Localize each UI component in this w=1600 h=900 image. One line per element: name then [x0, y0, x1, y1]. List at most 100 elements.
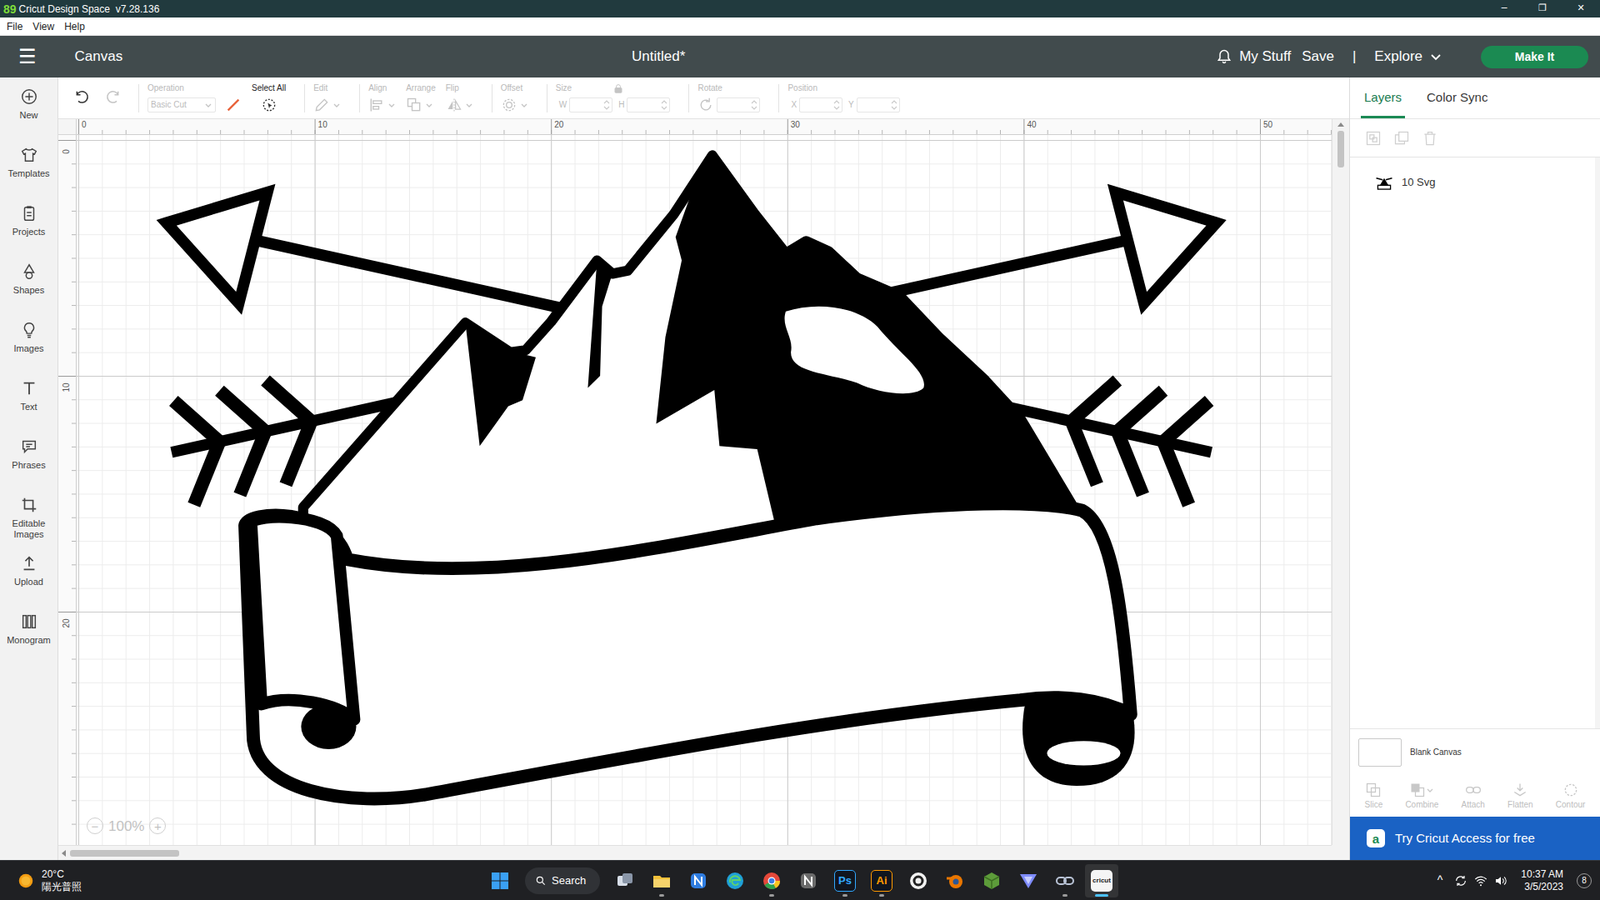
taskbar-app[interactable] [681, 864, 715, 898]
toolbar-control[interactable] [260, 96, 278, 114]
number-field [626, 97, 670, 113]
trash-icon[interactable] [1421, 130, 1439, 147]
menu-item[interactable]: View [27, 19, 60, 35]
toolbar-group: SizeWH [555, 83, 671, 114]
sidebar-item[interactable]: Monogram [0, 602, 58, 661]
taskbar-app[interactable] [755, 864, 789, 898]
taskbar-app[interactable] [791, 864, 825, 898]
app-icon-holder: Ai [870, 870, 893, 892]
sidebar-item[interactable]: New [0, 77, 58, 136]
layer-tool-button[interactable]: Slice [1365, 781, 1384, 811]
explore-menu[interactable]: Explore [1374, 45, 1443, 68]
zoom-in-button[interactable]: + [149, 817, 166, 835]
clock-time: 10:37 AM [1520, 868, 1564, 881]
horizontal-scroll-thumb[interactable] [70, 850, 180, 857]
horizontal-scrollbar[interactable] [58, 845, 1332, 860]
ruler-label: 0 [81, 120, 87, 130]
taskbar-app[interactable] [718, 864, 752, 898]
canvas-background-row[interactable]: Blank Canvas [1350, 728, 1600, 775]
monogram-icon [20, 612, 39, 631]
taskbar-search[interactable]: Search [525, 867, 600, 895]
taskbar-app[interactable]: Ai [865, 864, 899, 898]
field-label: X [790, 98, 797, 111]
close-button[interactable]: ✕ [1561, 0, 1600, 18]
taskbar-app[interactable] [901, 864, 935, 898]
toolbar-group: OperationBasic Cut [147, 83, 242, 114]
toolbar-separator [304, 84, 305, 113]
toolbar-group: Rotate [697, 83, 760, 114]
hamburger-menu-button[interactable]: ☰ [18, 46, 37, 67]
duplicate-icon[interactable] [1393, 130, 1410, 147]
taskbar-app[interactable]: cricut [1085, 864, 1119, 898]
taskbar-app[interactable] [938, 864, 972, 898]
taskbar-app[interactable] [608, 864, 642, 898]
layer-row[interactable]: 10 Svg [1350, 167, 1595, 198]
toolbar-separator [491, 84, 493, 113]
sidebar-item[interactable]: Text [0, 369, 58, 428]
title-bar: 89Cricut Design Space v7.28.136─❐✕ [0, 0, 1600, 18]
clock[interactable]: 10:37 AM3/5/2023 [1520, 868, 1564, 894]
running-indicator [842, 894, 848, 897]
sidebar-item[interactable]: Editable Images [0, 485, 58, 545]
sidebar-item[interactable]: Shapes [0, 252, 58, 311]
caret-down-icon [425, 100, 434, 110]
scroll-up-icon[interactable] [1337, 122, 1345, 127]
header-link[interactable]: My Stuff [1239, 45, 1291, 68]
cricut-access-banner[interactable]: aTry Cricut Access for free [1350, 816, 1600, 860]
toolbar-label: Select All [251, 83, 286, 94]
sidebar-label: Monogram [6, 635, 51, 646]
redo-button[interactable] [100, 85, 125, 111]
sidebar-item[interactable]: Projects [0, 194, 58, 253]
caret-down-icon [1425, 785, 1435, 795]
header-divider: | [1352, 45, 1356, 68]
header-link[interactable]: Save [1301, 45, 1335, 68]
layer-tool-button[interactable]: Attach [1461, 781, 1485, 811]
chrome-icon [761, 870, 782, 891]
minimize-button[interactable]: ─ [1485, 0, 1524, 18]
panel-tab[interactable]: Color Sync [1423, 77, 1491, 119]
menu-item[interactable]: Help [59, 19, 90, 35]
flip-icon [445, 96, 463, 114]
sidebar-item[interactable]: Phrases [0, 427, 58, 486]
field-label: W [559, 98, 567, 111]
layer-tool-button[interactable]: Contour [1555, 781, 1586, 811]
toolbar-control [500, 96, 529, 114]
background-swatch[interactable] [1358, 738, 1402, 767]
mountain-arrows-design[interactable] [76, 135, 1332, 845]
notification-badge[interactable]: 8 [1576, 873, 1592, 889]
running-indicator [659, 894, 665, 897]
ruler-label: 40 [1026, 120, 1036, 130]
vertical-scroll-thumb[interactable] [1337, 130, 1345, 168]
undo-button[interactable] [70, 85, 95, 111]
sidebar-label: Projects [12, 226, 46, 238]
make-it-button[interactable]: Make It [1480, 45, 1589, 69]
taskbar-app[interactable] [1048, 864, 1082, 898]
maximize-button[interactable]: ❐ [1523, 0, 1562, 18]
taskbar-app[interactable] [1011, 864, 1045, 898]
scroll-left-icon[interactable] [61, 850, 66, 857]
layer-thumbnail-icon [1375, 175, 1394, 190]
taskbar-app[interactable] [645, 864, 679, 898]
group-icon[interactable] [1365, 130, 1382, 147]
toolbar-group: PositionXY [787, 83, 900, 114]
toolbar-label: Offset [500, 83, 524, 94]
blender-icon [945, 870, 965, 891]
sidebar-item[interactable]: Upload [0, 544, 58, 603]
layer-tool-button[interactable]: Flatten [1507, 781, 1534, 811]
taskbar-app[interactable]: Ps [828, 864, 862, 898]
layer-tool-button[interactable]: Combine [1405, 781, 1439, 811]
taskbar-app[interactable] [975, 864, 1009, 898]
design-canvas[interactable]: −100%+ [76, 135, 1332, 845]
sidebar-item[interactable]: Templates [0, 135, 58, 195]
sidebar-item[interactable]: Images [0, 310, 58, 370]
zoom-control: −100%+ [86, 815, 166, 838]
start-button[interactable] [483, 864, 517, 898]
weather-widget[interactable]: 20°C陽光普照 [0, 868, 484, 894]
toolbar-group: Select All [251, 83, 286, 114]
zoom-out-button[interactable]: − [86, 817, 104, 835]
panel-tab[interactable]: Layers [1360, 77, 1405, 119]
menu-item[interactable]: File [1, 19, 28, 35]
vertical-scrollbar[interactable] [1331, 119, 1350, 845]
app-icon-holder [725, 870, 745, 891]
show-hidden-icons-button[interactable]: ^ [1432, 871, 1449, 890]
